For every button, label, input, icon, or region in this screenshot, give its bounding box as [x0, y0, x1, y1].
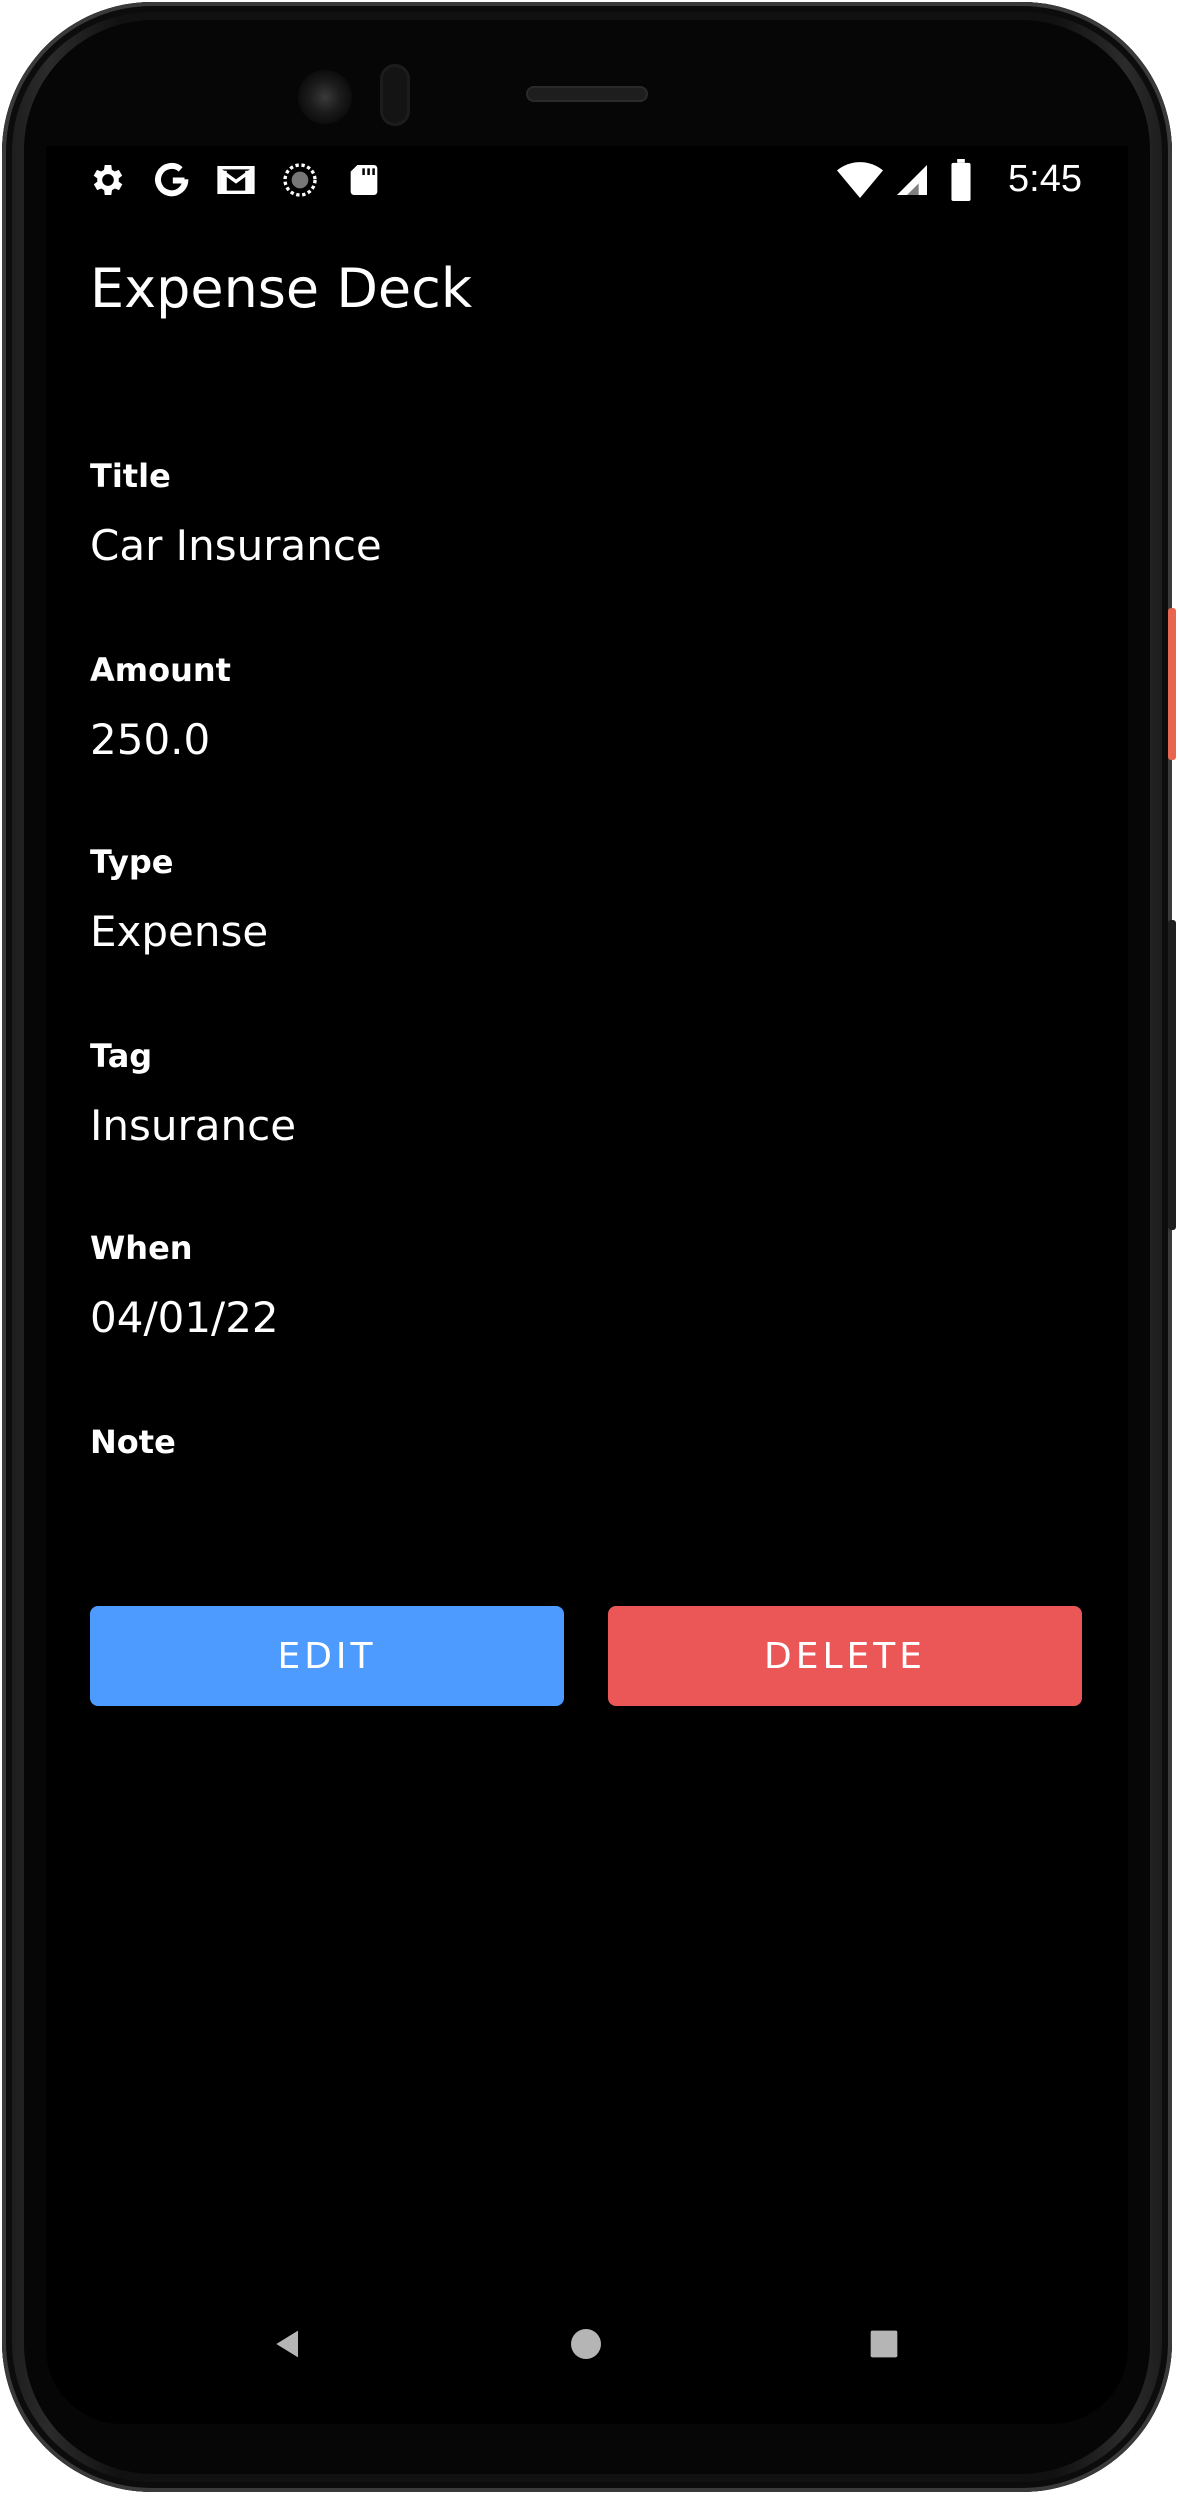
status-time: 5:45: [1008, 158, 1082, 200]
note-label: Note: [90, 1423, 176, 1461]
tag-label: Tag: [90, 1037, 153, 1075]
app-title: Expense Deck: [90, 257, 473, 320]
amount-label: Amount: [90, 651, 231, 689]
tag-value: Insurance: [90, 1101, 297, 1150]
title-value: Car Insurance: [90, 521, 382, 570]
delete-button[interactable]: DELETE: [608, 1606, 1082, 1706]
google-icon: [152, 160, 192, 200]
status-bar: 5:45: [46, 146, 1128, 212]
amount-value: 250.0: [90, 715, 211, 764]
earpiece-speaker: [526, 86, 648, 102]
edit-button[interactable]: EDIT: [90, 1606, 564, 1706]
proximity-sensor: [380, 64, 410, 126]
screen: 5:45 Expense Deck Title Car Insurance Am…: [46, 146, 1128, 2424]
power-button: [1168, 608, 1176, 760]
type-value: Expense: [90, 907, 269, 956]
sd-card-icon: [344, 160, 384, 200]
back-icon[interactable]: [258, 2314, 318, 2374]
when-label: When: [90, 1229, 193, 1267]
type-label: Type: [90, 843, 174, 881]
sync-icon: [280, 160, 320, 200]
when-value: 04/01/22: [90, 1293, 279, 1342]
volume-button: [1168, 920, 1176, 1230]
settings-icon: [88, 160, 128, 200]
front-camera: [298, 70, 352, 124]
recents-icon[interactable]: [854, 2314, 914, 2374]
cellular-icon: [892, 160, 932, 200]
gmail-icon: [216, 160, 256, 200]
battery-icon: [946, 159, 976, 201]
navigation-bar: [46, 2278, 1128, 2424]
title-label: Title: [90, 457, 171, 495]
home-icon[interactable]: [556, 2314, 616, 2374]
wifi-icon: [836, 160, 884, 200]
